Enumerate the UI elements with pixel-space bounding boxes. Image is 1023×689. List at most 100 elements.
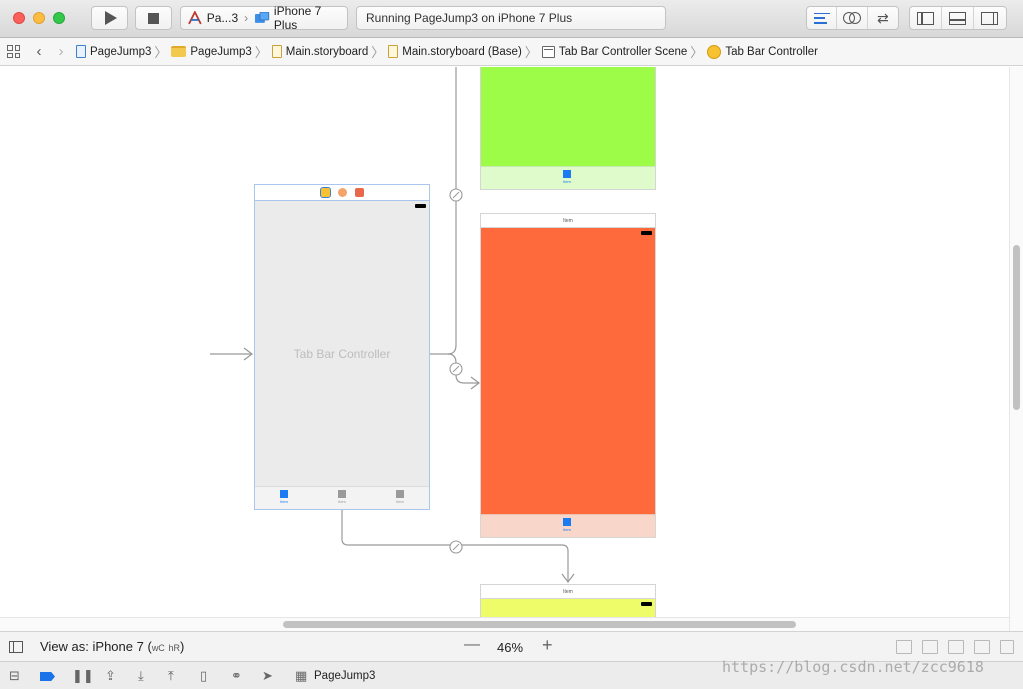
exit-icon[interactable] bbox=[354, 188, 364, 197]
tab-item[interactable]: Item bbox=[280, 487, 288, 509]
yellow-view-controller-scene[interactable]: Item bbox=[480, 584, 656, 617]
tab-item[interactable]: Item bbox=[396, 487, 404, 509]
tab-item-label: Item bbox=[563, 527, 571, 532]
chevron-right-icon: 〉 bbox=[524, 45, 538, 60]
view-as-device-button[interactable]: View as: iPhone 7 (wC hR) bbox=[40, 639, 184, 654]
step-into-icon[interactable]: ⤓ bbox=[138, 669, 144, 683]
breadcrumb-label: Tab Bar Controller bbox=[725, 45, 818, 58]
chevron-right-icon: 〉 bbox=[254, 45, 268, 60]
pin-icon[interactable] bbox=[974, 640, 990, 654]
tab-item-icon bbox=[280, 490, 288, 498]
pause-icon[interactable]: ❚❚ bbox=[72, 669, 94, 683]
scene-dock bbox=[255, 185, 429, 201]
xcode-app-icon bbox=[188, 11, 202, 25]
zoom-window-button[interactable] bbox=[53, 12, 65, 24]
scheme-app-name: Pa...3 bbox=[206, 11, 239, 25]
tab-item-icon bbox=[396, 490, 404, 498]
breadcrumb-project[interactable]: PageJump3 bbox=[76, 45, 151, 58]
vertical-scrollbar[interactable] bbox=[1009, 67, 1023, 631]
activity-status: Running PageJump3 on iPhone 7 Plus bbox=[356, 6, 666, 30]
horizontal-scroll-thumb[interactable] bbox=[283, 621, 796, 628]
breadcrumb-scene[interactable]: Tab Bar Controller Scene bbox=[541, 45, 687, 58]
version-editor-button[interactable]: ⇄ bbox=[868, 7, 898, 29]
breakpoints-toggle-icon[interactable] bbox=[40, 672, 55, 681]
tab-bar-controller-label: Tab Bar Controller bbox=[293, 347, 391, 361]
relationship-segue-badge[interactable] bbox=[449, 188, 463, 202]
standard-editor-button[interactable] bbox=[807, 7, 838, 29]
tab-item[interactable]: Item bbox=[563, 167, 571, 184]
zoom-level: 46% bbox=[497, 640, 524, 655]
tab-item-icon bbox=[338, 490, 346, 498]
toggle-debug-area-button[interactable] bbox=[942, 7, 974, 29]
step-out-icon[interactable]: ⤒ bbox=[168, 669, 174, 683]
tab-item-icon bbox=[563, 518, 571, 526]
breadcrumb-group[interactable]: PageJump3 bbox=[171, 46, 252, 58]
breadcrumb-label: Main.storyboard bbox=[285, 45, 369, 58]
stop-icon bbox=[148, 12, 159, 24]
editor-mode-control: ⇄ bbox=[806, 6, 899, 30]
size-class-height: hR bbox=[168, 643, 180, 653]
battery-icon bbox=[641, 602, 652, 606]
breadcrumb-label: Main.storyboard (Base) bbox=[402, 45, 522, 58]
view-hierarchy-icon[interactable]: ▯ bbox=[200, 669, 207, 683]
watermark-text: https://blog.csdn.net/zcc9618 bbox=[722, 658, 984, 676]
tab-item[interactable]: Item bbox=[338, 487, 346, 509]
related-items-icon[interactable] bbox=[7, 45, 20, 58]
breadcrumb-storyboard-base[interactable]: Main.storyboard (Base) bbox=[388, 45, 522, 58]
green-view-controller-scene[interactable]: Item bbox=[480, 67, 656, 190]
relationship-segue-badge[interactable] bbox=[449, 362, 463, 376]
tab-bar: Item bbox=[481, 166, 655, 189]
toggle-navigator-button[interactable] bbox=[910, 7, 942, 29]
tab-bar-controller-scene[interactable]: Tab Bar Controller Item Item Item bbox=[254, 184, 430, 510]
navigator-panel-icon bbox=[917, 11, 934, 25]
battery-icon bbox=[415, 204, 426, 208]
zoom-in-button[interactable]: + bbox=[542, 635, 553, 656]
run-button[interactable] bbox=[91, 6, 128, 30]
tab-item[interactable]: Item bbox=[563, 515, 571, 532]
tab-bar: Item Item Item bbox=[255, 486, 429, 509]
storyboard-canvas[interactable]: Tab Bar Controller Item Item Item Item I… bbox=[0, 67, 1009, 617]
chevron-right-icon: 〉 bbox=[154, 45, 168, 60]
scene-icon bbox=[541, 45, 555, 58]
tab-item-label: Item bbox=[338, 499, 346, 504]
scheme-selector[interactable]: Pa...3 › iPhone 7 Plus bbox=[180, 4, 348, 32]
target-grid-icon: ▦ bbox=[295, 668, 308, 683]
view-as-label: View as: iPhone 7 bbox=[40, 639, 144, 654]
hide-debug-area-icon[interactable]: ⊟ bbox=[9, 669, 20, 683]
interface-builder-bar: View as: iPhone 7 (wC hR) — 46% + bbox=[0, 631, 1023, 661]
stop-button[interactable] bbox=[135, 6, 172, 30]
back-arrow-icon[interactable]: ‹ bbox=[28, 43, 50, 60]
breadcrumb-label: PageJump3 bbox=[90, 45, 152, 58]
assistant-editor-button[interactable] bbox=[837, 7, 868, 29]
chevron-right-icon: 〉 bbox=[371, 45, 385, 60]
chevron-right-icon: › bbox=[244, 11, 249, 25]
document-outline-toggle-icon[interactable] bbox=[9, 641, 23, 653]
relationship-segue-badge[interactable] bbox=[449, 540, 463, 554]
minimize-window-button[interactable] bbox=[33, 12, 45, 24]
storyboard-icon bbox=[388, 45, 399, 58]
breadcrumb-tab-bar-controller[interactable]: Tab Bar Controller bbox=[707, 44, 818, 59]
tab-bar-controller-icon[interactable] bbox=[319, 187, 331, 198]
toggle-utilities-button[interactable] bbox=[974, 7, 1006, 29]
breadcrumb-storyboard[interactable]: Main.storyboard bbox=[271, 45, 369, 58]
horizontal-scrollbar[interactable] bbox=[0, 617, 1009, 631]
zoom-out-button[interactable]: — bbox=[464, 636, 480, 654]
close-window-button[interactable] bbox=[13, 12, 25, 24]
scene-header: Item bbox=[481, 214, 655, 228]
first-responder-icon[interactable] bbox=[337, 188, 347, 197]
tab-bar-controller-icon bbox=[707, 44, 722, 59]
align-icon[interactable] bbox=[948, 640, 964, 654]
debug-area-icon bbox=[949, 11, 966, 25]
orange-view-controller-scene[interactable]: Item Item bbox=[480, 213, 656, 538]
memory-graph-icon[interactable]: ⚭ bbox=[231, 669, 242, 683]
embed-in-stack-icon[interactable] bbox=[922, 640, 938, 654]
scheme-device-name: iPhone 7 Plus bbox=[273, 4, 322, 32]
location-icon[interactable]: ➤ bbox=[262, 669, 273, 683]
vertical-scroll-thumb[interactable] bbox=[1013, 245, 1020, 410]
update-frames-icon[interactable] bbox=[896, 640, 912, 654]
jump-bar: ‹ › PageJump3 〉 PageJump3 〉 Main.storybo… bbox=[0, 38, 1023, 66]
resolve-layout-icon[interactable] bbox=[1000, 640, 1014, 654]
forward-arrow-icon[interactable]: › bbox=[50, 43, 72, 60]
battery-icon bbox=[641, 231, 652, 235]
step-over-icon[interactable]: ⇪ bbox=[105, 669, 116, 683]
